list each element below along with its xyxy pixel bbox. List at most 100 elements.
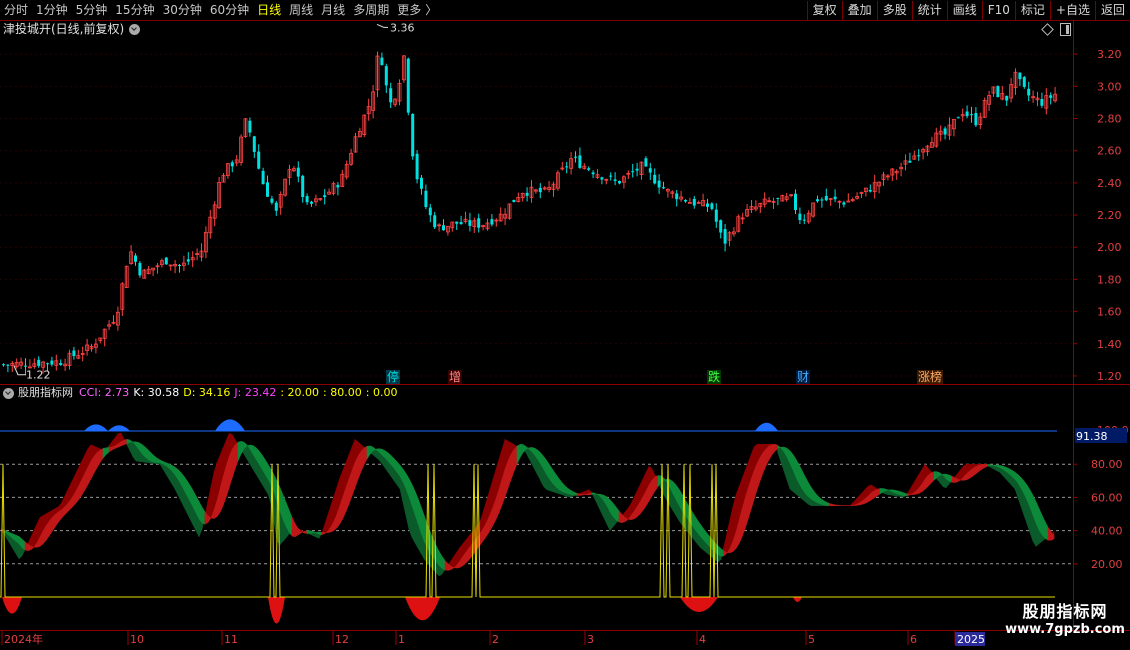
kdj-band-lower — [237, 441, 242, 462]
kdj-band-lower — [54, 511, 59, 528]
indicator-value-0: CCI: 2.73 — [79, 386, 130, 399]
kdj-band-lower — [717, 545, 722, 557]
kdj-band-lower — [51, 513, 56, 533]
candle-body — [433, 215, 437, 228]
candle-body — [1027, 88, 1031, 96]
kdj-band-lower — [156, 457, 161, 464]
kdj-band-lower — [897, 490, 902, 496]
date-axis-label: 1 — [398, 633, 405, 646]
kdj-band-lower — [927, 472, 932, 488]
candle-body — [50, 360, 54, 365]
indicator-axis-label: 60.00 — [1091, 491, 1123, 504]
kdj-band-lower — [558, 477, 563, 492]
kdj-band-lower — [972, 465, 977, 477]
event-tag-3: 财 — [797, 370, 809, 384]
candle-body — [798, 213, 802, 221]
kdj-band-lower — [321, 532, 326, 535]
candle-body — [587, 168, 591, 170]
overbought-bump — [755, 422, 778, 431]
kdj-band-lower — [984, 463, 989, 468]
indicator-axis-label: 40.00 — [1091, 525, 1123, 538]
candle-body — [266, 182, 269, 197]
kdj-band-lower — [564, 485, 569, 495]
kdj-band-lower — [570, 490, 575, 496]
kdj-band-lower — [435, 545, 440, 567]
candle-body — [917, 155, 921, 157]
candle-body — [1049, 95, 1053, 98]
kdj-band-lower — [510, 448, 515, 480]
kdj-band-lower — [930, 471, 935, 484]
kdj-band-lower — [99, 448, 104, 464]
overbought-bump — [215, 419, 245, 431]
candle-body — [723, 229, 727, 244]
candle-body — [974, 113, 978, 126]
kdj-band-lower — [357, 450, 362, 480]
candle-body — [270, 198, 274, 203]
kdj-band-lower — [873, 488, 878, 499]
candle-body — [956, 117, 960, 119]
candle-body — [635, 168, 639, 171]
candle-body — [323, 195, 327, 198]
candle-body — [908, 160, 912, 163]
price-axis-label: 2.00 — [1097, 241, 1122, 254]
candle-body — [578, 155, 582, 168]
candle-body — [389, 88, 393, 103]
high-price-label: 3.36 — [390, 21, 415, 34]
kdj-band-lower — [555, 473, 560, 491]
chart-canvas[interactable]: 3.20 3.00 2.80 2.60 2.40 2.20 2.00 1.80 1.60 1.40… — [0, 0, 1130, 650]
candle-body — [842, 202, 846, 205]
candle-body — [459, 222, 463, 225]
indicator-axis-label: 20.00 — [1091, 558, 1123, 571]
kdj-band-upper — [726, 519, 731, 555]
candle-body — [1040, 99, 1044, 106]
kdj-band-lower — [579, 493, 584, 496]
price-axis-label: 1.40 — [1097, 338, 1122, 351]
chevron-down-icon[interactable] — [3, 387, 14, 399]
candle-body — [574, 156, 577, 158]
kdj-band-lower — [612, 502, 617, 521]
candle-body — [525, 192, 529, 196]
kdj-band-lower — [573, 491, 578, 496]
kdj-band-lower — [366, 445, 371, 460]
kdj-band-lower — [810, 486, 815, 502]
candle-body — [310, 201, 313, 204]
kdj-band-lower — [306, 530, 311, 534]
candle-body — [2, 364, 5, 366]
event-tag-4: 涨榜 — [918, 369, 942, 384]
candle-body — [406, 58, 410, 113]
date-axis-label: 12 — [335, 633, 349, 646]
candle-body — [274, 202, 278, 211]
candle-body — [996, 86, 1000, 98]
kdj-band-lower — [906, 493, 911, 497]
kdj-band-lower — [360, 447, 365, 472]
kdj-band-upper — [108, 440, 113, 448]
kdj-band-lower — [312, 531, 317, 534]
kdj-band-lower — [108, 446, 113, 453]
candle-body — [230, 162, 234, 167]
kdj-band-upper — [15, 540, 20, 560]
indicator-axis-label: 80.00 — [1091, 458, 1123, 471]
indicator-values: CCI: 2.73 K: 30.58 D: 34.16 J: 23.42: 20.00… — [79, 386, 401, 400]
price-axis-label: 2.40 — [1097, 177, 1122, 190]
date-axis-label: 11 — [224, 633, 238, 646]
price-axis-label: 1.20 — [1097, 370, 1122, 383]
kdj-band-lower — [144, 446, 149, 461]
candle-body — [833, 196, 837, 200]
candle-body — [1022, 77, 1026, 87]
candle-body — [512, 199, 516, 203]
candle-body — [301, 175, 305, 197]
indicator-value-5: : 80.00 — [323, 386, 362, 399]
candle-body — [261, 170, 265, 185]
kdj-band-lower — [516, 444, 521, 465]
kdj-band-lower — [990, 464, 995, 466]
candle-body — [336, 184, 340, 188]
candle-body — [710, 203, 714, 209]
kdj-band-lower — [441, 555, 446, 571]
kdj-band-lower — [654, 475, 659, 492]
kdj-band-lower — [105, 447, 110, 456]
candle-body — [178, 265, 181, 267]
kdj-band-lower — [759, 451, 764, 482]
kdj-band-lower — [834, 504, 839, 506]
kdj-band-upper — [111, 436, 116, 448]
indicator-value-6: : 0.00 — [365, 386, 398, 399]
